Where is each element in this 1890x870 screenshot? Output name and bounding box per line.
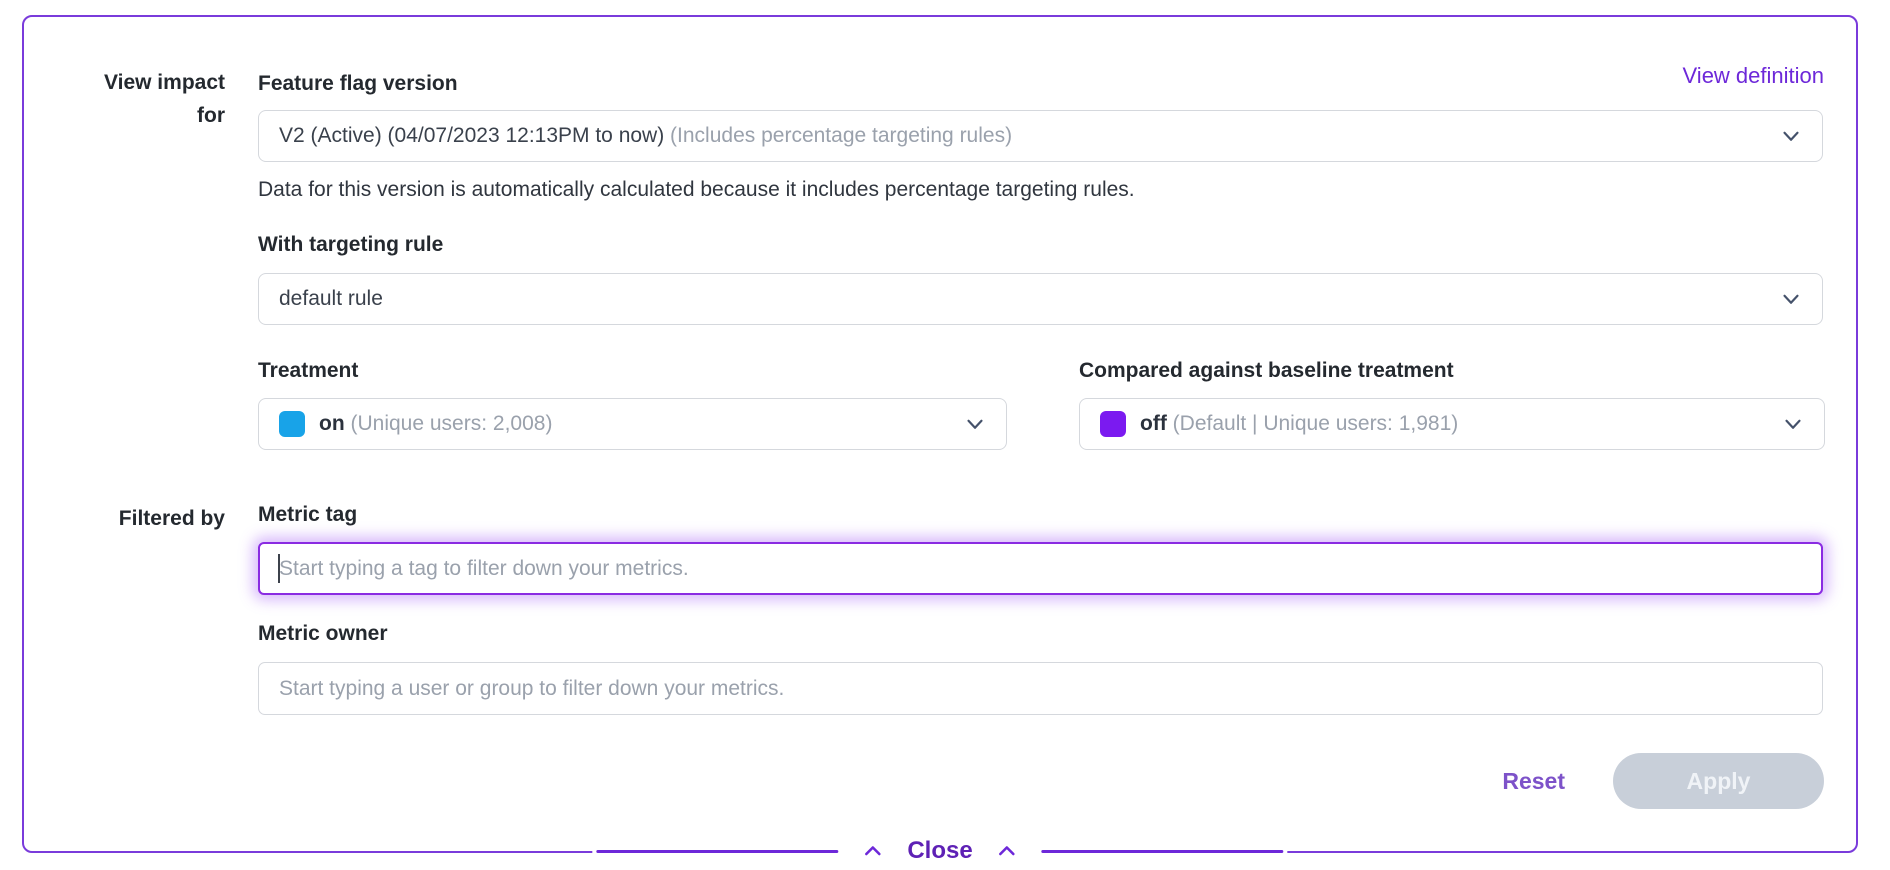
treatment-label: Treatment (258, 359, 358, 383)
targeting-rule-label: With targeting rule (258, 233, 443, 257)
targeting-rule-value: default rule (279, 287, 1766, 311)
section-label-filtered-by: Filtered by (24, 503, 225, 536)
metric-owner-field-wrap (258, 662, 1823, 715)
chevron-down-icon (1780, 411, 1806, 437)
section-label-view-impact-for: View impact for (24, 67, 225, 132)
feature-flag-version-select[interactable]: V2 (Active) (04/07/2023 12:13PM to now) … (258, 110, 1823, 162)
baseline-treatment-value: off (Default | Unique users: 1,981) (1140, 412, 1768, 436)
metric-owner-label: Metric owner (258, 622, 388, 646)
actions-row: Reset Apply (1502, 753, 1824, 809)
screen: View definition View impact for Feature … (0, 0, 1890, 870)
treatment-color-swatch (279, 411, 305, 437)
treatment-select[interactable]: on (Unique users: 2,008) (258, 398, 1007, 450)
close-panel-toggle[interactable]: Close (592, 832, 1287, 870)
treatment-value: on (Unique users: 2,008) (319, 412, 950, 436)
metric-tag-field-wrap (258, 542, 1823, 595)
impact-filter-panel: View definition View impact for Feature … (22, 15, 1858, 853)
reset-button[interactable]: Reset (1502, 768, 1565, 795)
metric-tag-label: Metric tag (258, 503, 357, 527)
chevron-down-icon (962, 411, 988, 437)
baseline-treatment-label: Compared against baseline treatment (1079, 359, 1454, 383)
version-helper-text: Data for this version is automatically c… (258, 178, 1135, 202)
close-label: Close (907, 837, 972, 865)
feature-flag-version-value: V2 (Active) (04/07/2023 12:13PM to now) … (279, 124, 1766, 148)
metric-owner-input[interactable] (258, 662, 1823, 715)
chevron-up-icon (863, 844, 882, 858)
chevron-down-icon (1778, 123, 1804, 149)
chevron-up-icon (998, 844, 1017, 858)
baseline-treatment-select[interactable]: off (Default | Unique users: 1,981) (1079, 398, 1825, 450)
view-definition-link[interactable]: View definition (1683, 63, 1824, 89)
apply-button[interactable]: Apply (1613, 753, 1824, 809)
divider-line (1042, 850, 1284, 853)
feature-flag-version-label: Feature flag version (258, 72, 458, 96)
divider-line (596, 850, 838, 853)
targeting-rule-select[interactable]: default rule (258, 273, 1823, 325)
chevron-down-icon (1778, 286, 1804, 312)
text-cursor (278, 554, 280, 583)
baseline-color-swatch (1100, 411, 1126, 437)
metric-tag-input[interactable] (258, 542, 1823, 595)
